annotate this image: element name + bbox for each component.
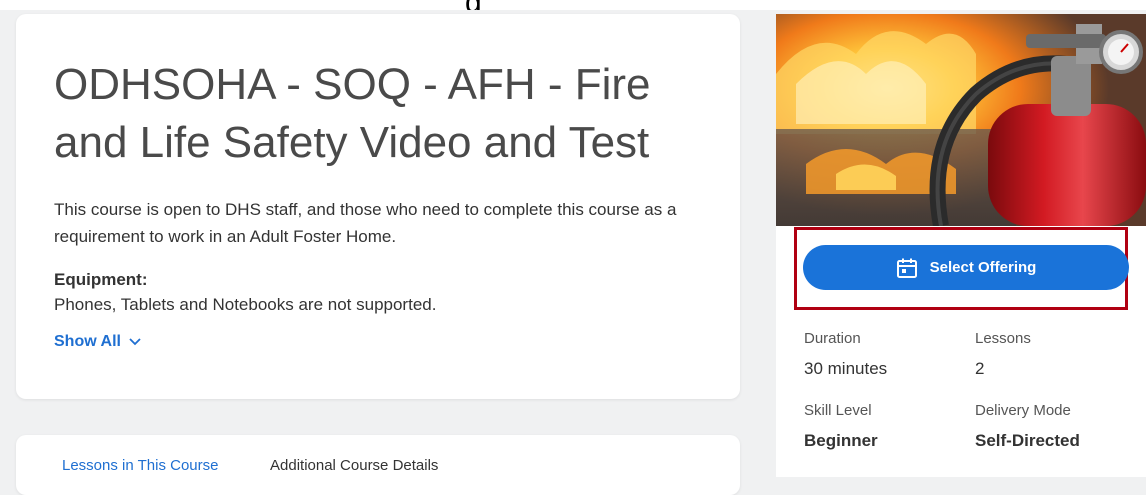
duration-value: 30 minutes [804,359,888,378]
top-strip [0,0,1146,10]
equipment-text: Phones, Tablets and Notebooks are not su… [54,295,437,314]
select-offering-button[interactable]: Select Offering [803,245,1129,290]
delivery-mode-label: Delivery Mode [975,402,1071,419]
fire-extinguisher-image [776,14,1146,226]
calendar-icon [896,258,917,278]
clipped-header-text: g [465,0,505,10]
duration-label: Duration [804,330,861,347]
skill-level-label: Skill Level [804,402,872,419]
equipment-label: Equipment: [54,270,148,289]
course-tabs-card: Lessons in This Course Additional Course… [16,435,740,495]
course-side-panel: Select Offering Duration 30 minutes Less… [776,14,1146,477]
tab-additional-course-details[interactable]: Additional Course Details [270,457,438,474]
delivery-mode-value: Self-Directed [975,431,1080,450]
select-offering-label: Select Offering [929,259,1037,276]
lessons-label: Lessons [975,330,1031,347]
tab-lessons-in-this-course[interactable]: Lessons in This Course [62,457,218,474]
show-all-button[interactable]: Show All [54,333,141,351]
course-title: ODHSOHA - SOQ - AFH - Fire and Life Safe… [54,60,651,167]
course-description: This course is open to DHS staff, and th… [54,200,677,246]
lessons-value: 2 [975,359,985,378]
skill-level-value: Beginner [804,431,878,450]
show-all-label: Show All [54,333,121,350]
chevron-down-icon [129,338,141,346]
course-overview-card: ODHSOHA - SOQ - AFH - Fire and Life Safe… [16,14,740,399]
